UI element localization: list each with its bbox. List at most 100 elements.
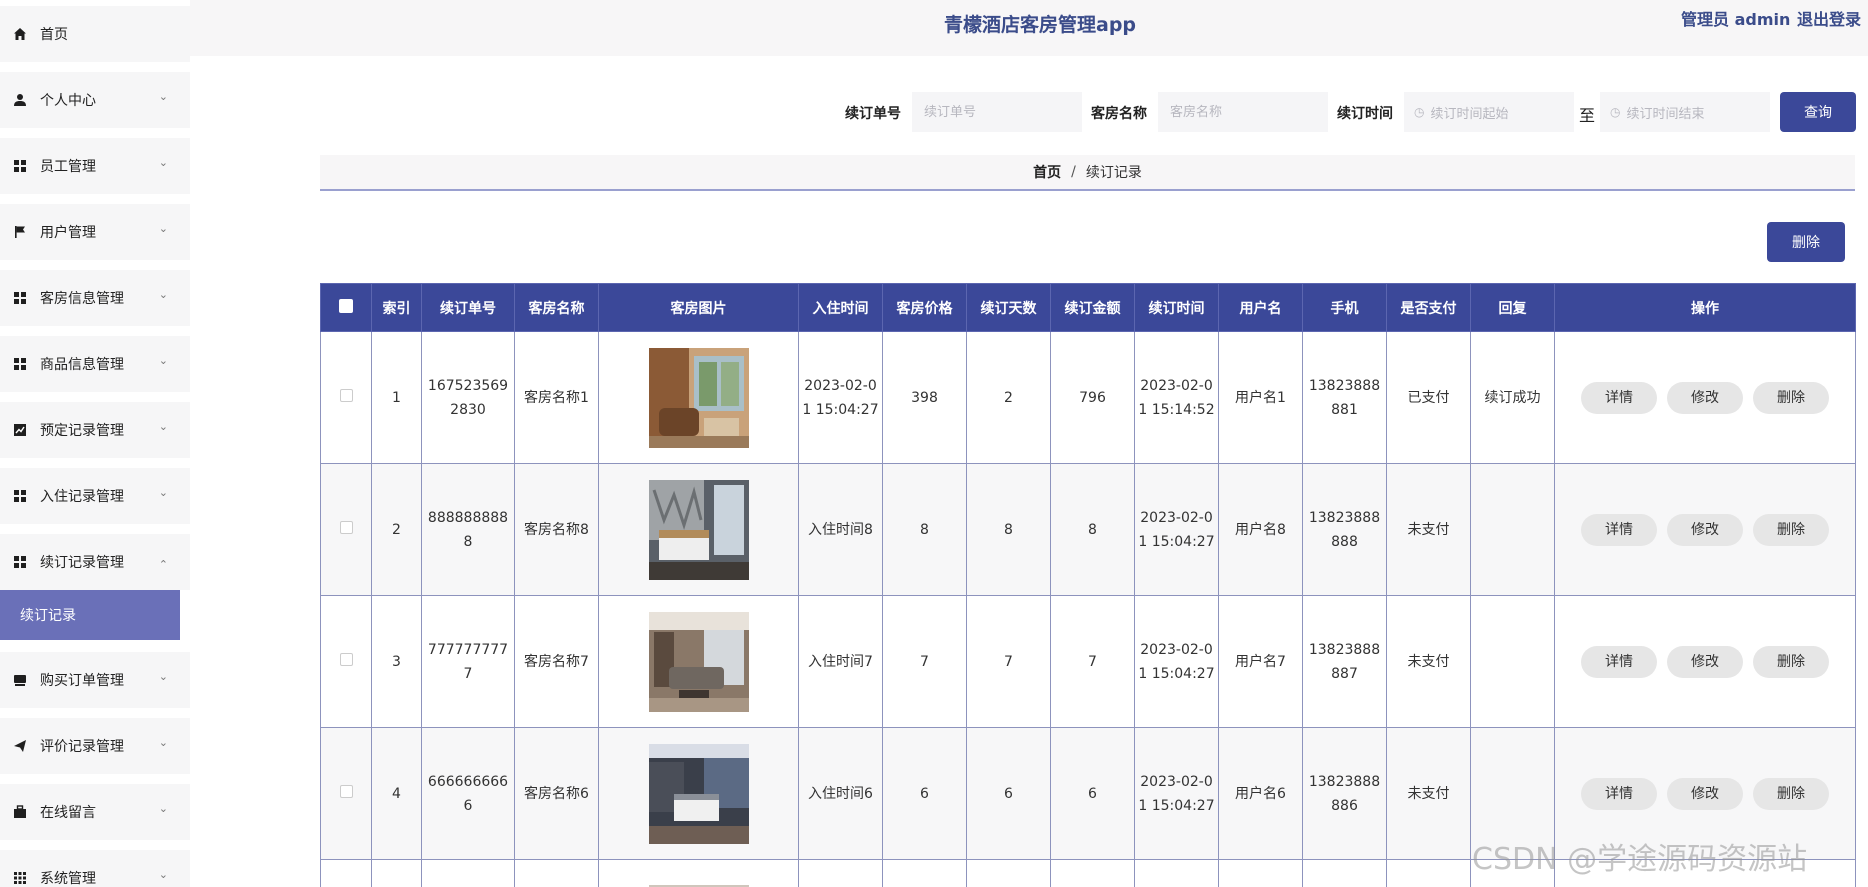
detail-button[interactable]: 详情	[1581, 381, 1657, 414]
sidebar-item-label: 商品信息管理	[40, 357, 124, 373]
room-name-label: 客房名称	[1091, 106, 1147, 122]
table-row[interactable]: 1 1675235692830 客房名称1 2023-02-01 15:04:2…	[320, 331, 1856, 464]
row-select-cell[interactable]	[320, 727, 372, 860]
sidebar: 首页 个人中心 ⌄ 员工管理 ⌄ 用户管理 ⌄ 客房信息管理 ⌄ 商品信息管理 …	[0, 0, 190, 887]
cell-reply: 续订成功	[1470, 331, 1555, 464]
delete-button[interactable]: 删除	[1753, 381, 1829, 414]
sidebar-item-users[interactable]: 用户管理 ⌄	[0, 204, 190, 260]
watermark: CSDN @学途源码资源站	[1472, 842, 1808, 877]
chevron-down-icon: ⌄	[158, 156, 168, 169]
clock-icon: ◷	[1610, 105, 1621, 119]
cell-paid	[1386, 859, 1471, 887]
room-image[interactable]	[648, 479, 749, 580]
row-select-cell[interactable]	[320, 331, 372, 464]
cell-checkin	[798, 859, 883, 887]
chevron-down-icon: ⌄	[158, 90, 168, 103]
edit-button[interactable]: 修改	[1667, 645, 1743, 678]
breadcrumb: 首页 / 续订记录	[320, 155, 1855, 191]
time-start-placeholder: 续订时间起始	[1430, 106, 1509, 122]
table-row[interactable]: 3 7777777777 客房名称7 入住时间7 7 7 7 2023-02-0…	[320, 595, 1856, 728]
cell-paid: 未支付	[1386, 463, 1471, 596]
room-name-input[interactable]	[1158, 92, 1328, 132]
select-all-header[interactable]	[320, 283, 372, 332]
logout-link[interactable]: 退出登录	[1797, 6, 1861, 30]
detail-button[interactable]: 详情	[1581, 513, 1657, 546]
sidebar-subitem-label: 续订记录	[20, 608, 76, 624]
cell-room-name: 客房名称7	[514, 595, 599, 728]
cell-days: 7	[966, 595, 1051, 728]
query-button[interactable]: 查询	[1780, 92, 1856, 132]
sidebar-item-staff[interactable]: 员工管理 ⌄	[0, 138, 190, 194]
batch-delete-button[interactable]: 删除	[1767, 222, 1845, 262]
cell-reply	[1470, 595, 1555, 728]
chevron-down-icon: ⌄	[158, 868, 168, 881]
select-all-checkbox[interactable]	[339, 298, 353, 313]
delete-button[interactable]: 删除	[1753, 777, 1829, 810]
room-image[interactable]	[648, 611, 749, 712]
cell-price: 398	[882, 331, 967, 464]
edit-button[interactable]: 修改	[1667, 777, 1743, 810]
delete-button[interactable]: 删除	[1753, 645, 1829, 678]
column-header: 用户名	[1218, 283, 1303, 332]
cell-order-no	[421, 859, 515, 887]
send-icon	[12, 738, 28, 754]
sidebar-item-label: 续订记录管理	[40, 555, 124, 571]
cell-days: 6	[966, 727, 1051, 860]
row-select-cell[interactable]	[320, 463, 372, 596]
sidebar-item-reviews[interactable]: 评价记录管理 ⌄	[0, 718, 190, 774]
sidebar-item-system[interactable]: 系统管理 ⌄	[0, 850, 190, 887]
edit-button[interactable]: 修改	[1667, 381, 1743, 414]
chevron-down-icon: ⌄	[158, 420, 168, 433]
chevron-down-icon: ⌄	[158, 670, 168, 683]
row-checkbox[interactable]	[339, 520, 353, 534]
cell-checkin: 入住时间6	[798, 727, 883, 860]
sidebar-item-room-info[interactable]: 客房信息管理 ⌄	[0, 270, 190, 326]
table-row[interactable]: 2 8888888888 客房名称8 入住时间8 8 8 8 2023-02-0…	[320, 463, 1856, 596]
cell-index: 1	[371, 331, 422, 464]
cell-phone	[1302, 859, 1387, 887]
cell-username: 用户名7	[1218, 595, 1303, 728]
row-checkbox[interactable]	[339, 652, 353, 666]
sidebar-item-messages[interactable]: 在线留言 ⌄	[0, 784, 190, 840]
sidebar-item-purchase-orders[interactable]: 购买订单管理 ⌄	[0, 652, 190, 708]
delete-button[interactable]: 删除	[1753, 513, 1829, 546]
time-end-placeholder: 续订时间结束	[1626, 106, 1705, 122]
cell-actions: 详情 修改 删除	[1554, 463, 1856, 596]
room-image[interactable]	[648, 743, 749, 844]
cell-room-name: 客房名称1	[514, 331, 599, 464]
sidebar-item-booking[interactable]: 预定记录管理 ⌄	[0, 402, 190, 458]
sidebar-item-profile[interactable]: 个人中心 ⌄	[0, 72, 190, 128]
detail-button[interactable]: 详情	[1581, 645, 1657, 678]
to-label: 至	[1579, 106, 1596, 125]
column-header: 操作	[1554, 283, 1856, 332]
sidebar-item-checkin[interactable]: 入住记录管理 ⌄	[0, 468, 190, 524]
flag-icon	[12, 224, 28, 240]
detail-button[interactable]: 详情	[1581, 777, 1657, 810]
sidebar-item-goods-info[interactable]: 商品信息管理 ⌄	[0, 336, 190, 392]
sidebar-item-home[interactable]: 首页	[0, 6, 190, 62]
time-start-picker[interactable]: ◷ 续订时间起始	[1404, 92, 1574, 132]
row-checkbox[interactable]	[339, 784, 353, 798]
row-select-cell[interactable]	[320, 595, 372, 728]
sidebar-item-label: 入住记录管理	[40, 489, 124, 505]
order-no-input[interactable]	[912, 92, 1082, 132]
sidebar-subitem-renewal-records[interactable]: 续订记录	[0, 590, 180, 640]
cell-renewal-time: 2023-02-01 15:04:27	[1134, 727, 1219, 860]
row-select-cell[interactable]	[320, 859, 372, 887]
sidebar-item-label: 个人中心	[40, 93, 96, 109]
breadcrumb-home[interactable]: 首页	[1033, 162, 1061, 182]
edit-button[interactable]: 修改	[1667, 513, 1743, 546]
cell-renewal-time: 2023-02-01 15:04:27	[1134, 595, 1219, 728]
row-checkbox[interactable]	[339, 388, 353, 402]
column-header: 入住时间	[798, 283, 883, 332]
cell-room-image	[598, 727, 799, 860]
grid-icon	[12, 554, 28, 570]
cell-paid: 未支付	[1386, 595, 1471, 728]
room-image[interactable]	[648, 347, 749, 448]
chevron-down-icon: ⌄	[158, 802, 168, 815]
time-end-picker[interactable]: ◷ 续订时间结束	[1600, 92, 1770, 132]
column-header: 客房价格	[882, 283, 967, 332]
cell-room-image	[598, 463, 799, 596]
sidebar-item-renewal[interactable]: 续订记录管理 ⌃	[0, 534, 190, 590]
cell-days: 8	[966, 463, 1051, 596]
